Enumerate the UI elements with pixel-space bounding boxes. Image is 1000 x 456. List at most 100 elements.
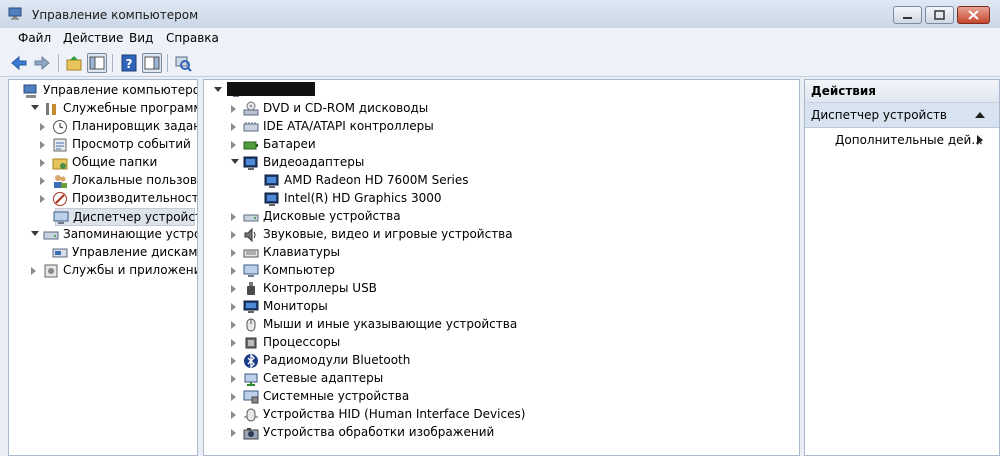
console-tree-item[interactable]: Управление компьютером (л (9, 82, 197, 100)
console-tree-item[interactable]: Запоминающие устройст (9, 226, 197, 244)
tree-item-label: Мониторы (263, 299, 328, 313)
console-tree-item[interactable]: Производительность (9, 190, 198, 208)
expander-closed-icon[interactable] (231, 267, 236, 275)
expander-open-icon[interactable] (31, 231, 39, 236)
toolbar-separator (167, 54, 168, 72)
device-tree-item[interactable]: Радиомодули Bluetooth (204, 352, 797, 370)
show-hide-tree-button[interactable] (87, 53, 107, 73)
expander-closed-icon[interactable] (40, 123, 45, 131)
expander-closed-icon[interactable] (231, 321, 236, 329)
expander-closed-icon[interactable] (231, 231, 236, 239)
maximize-button[interactable] (925, 6, 954, 24)
minimize-button[interactable] (893, 6, 922, 24)
expander-closed-icon[interactable] (31, 267, 36, 275)
device-tree-item[interactable]: Дисковые устройства (204, 208, 797, 226)
storage-icon (43, 231, 59, 240)
tools-icon (46, 103, 56, 115)
device-tree-item[interactable]: Видеоадаптеры (204, 154, 797, 172)
device-tree-item[interactable]: Звуковые, видео и игровые устройства (204, 226, 797, 244)
console-tree-item[interactable]: Служебные программы (9, 100, 197, 118)
tree-item-label: Звуковые, видео и игровые устройства (263, 227, 513, 241)
console-tree-item[interactable]: Планировщик заданий (9, 118, 197, 136)
forward-button[interactable] (32, 53, 52, 73)
forward-arrow-icon (34, 55, 50, 71)
maximize-icon (934, 10, 945, 20)
close-button[interactable] (957, 6, 990, 24)
more-actions-item[interactable]: Дополнительные дей... (805, 130, 999, 150)
console-tree-item[interactable]: Общие папки (9, 154, 195, 172)
expander-closed-icon[interactable] (40, 195, 45, 203)
expander-open-icon[interactable] (214, 87, 222, 92)
performance-icon (53, 192, 67, 206)
imaging-device-icon (243, 428, 259, 440)
display-adapter-icon (264, 192, 279, 206)
menu-bar: Файл Действие Вид Справка (0, 28, 1000, 50)
expander-closed-icon[interactable] (231, 339, 236, 347)
device-tree-item[interactable]: Сетевые адаптеры (204, 370, 797, 388)
expander-closed-icon[interactable] (231, 213, 236, 221)
menu-help[interactable]: Справка (166, 31, 219, 45)
expander-open-icon[interactable] (31, 105, 39, 110)
scan-hardware-button[interactable] (173, 53, 193, 73)
expander-closed-icon[interactable] (40, 177, 45, 185)
computer-management-icon (8, 7, 22, 20)
device-tree-item[interactable]: Intel(R) HD Graphics 3000 (204, 190, 797, 208)
device-tree-item[interactable]: Контроллеры USB (204, 280, 797, 298)
expander-closed-icon[interactable] (231, 411, 236, 419)
show-hide-action-pane-button[interactable] (142, 53, 162, 73)
expander-closed-icon[interactable] (231, 375, 236, 383)
device-tree-item[interactable]: Системные устройства (204, 388, 797, 406)
display-adapter-icon (243, 156, 258, 170)
expander-closed-icon[interactable] (231, 141, 236, 149)
expander-closed-icon[interactable] (40, 141, 45, 149)
console-tree-item[interactable]: Службы и приложения (9, 262, 197, 280)
device-tree-item[interactable]: Устройства обработки изображений (204, 424, 797, 442)
device-tree-item[interactable]: Устройства HID (Human Interface Devices) (204, 406, 797, 424)
system-devices-icon (243, 390, 259, 404)
toolbar-separator (58, 54, 59, 72)
tree-item-label: Запоминающие устройст (63, 227, 197, 241)
help-button[interactable]: ? (119, 53, 139, 73)
expander-closed-icon[interactable] (231, 249, 236, 257)
tree-item-label: Производительность (72, 191, 198, 205)
console-tree-icon (89, 56, 105, 70)
expander-closed-icon[interactable] (231, 285, 236, 293)
expander-open-icon[interactable] (231, 159, 239, 164)
expander-closed-icon[interactable] (231, 123, 236, 131)
scan-hardware-icon (175, 56, 192, 72)
back-button[interactable] (9, 53, 29, 73)
dvd-drive-icon (243, 101, 259, 116)
menu-action[interactable]: Действие (63, 31, 123, 45)
device-tree-item[interactable]: IDE ATA/ATAPI контроллеры (204, 118, 797, 136)
console-tree-item[interactable]: Диспетчер устройств (53, 208, 197, 226)
tree-item-label: Управление компьютером (л (43, 83, 197, 97)
expander-closed-icon[interactable] (40, 159, 45, 167)
battery-icon (243, 141, 258, 150)
expander-closed-icon[interactable] (231, 429, 236, 437)
device-tree-item[interactable]: AMD Radeon HD 7600M Series (204, 172, 797, 190)
expander-closed-icon[interactable] (231, 393, 236, 401)
console-tree-item[interactable]: Локальные пользовате (9, 172, 197, 190)
expander-closed-icon[interactable] (231, 357, 236, 365)
collapse-up-icon[interactable] (975, 111, 985, 119)
console-tree-item[interactable]: Просмотр событий (9, 136, 195, 154)
device-tree-item[interactable]: DVD и CD-ROM дисководы (204, 100, 797, 118)
tree-item-label: Процессоры (263, 335, 341, 349)
actions-section-device-manager[interactable]: Диспетчер устройств (805, 103, 999, 128)
console-tree-item[interactable]: Управление дисками (9, 244, 197, 262)
device-tree-item[interactable]: Мыши и иные указывающие устройства (204, 316, 797, 334)
device-tree-item[interactable]: Батареи (204, 136, 797, 154)
actions-section-label: Диспетчер устройств (811, 108, 948, 122)
device-tree-item[interactable]: Процессоры (204, 334, 797, 352)
device-tree-item[interactable]: Клавиатуры (204, 244, 797, 262)
toolbar: ? (0, 50, 1000, 77)
menu-view[interactable]: Вид (129, 31, 153, 45)
tree-item-label: Системные устройства (263, 389, 410, 403)
keyboard-icon (243, 249, 259, 258)
device-tree-item[interactable]: Компьютер (204, 262, 797, 280)
device-tree-item[interactable]: Мониторы (204, 298, 797, 316)
up-level-button[interactable] (64, 53, 84, 73)
expander-closed-icon[interactable] (231, 105, 236, 113)
expander-closed-icon[interactable] (231, 303, 236, 311)
menu-file[interactable]: Файл (18, 31, 51, 45)
